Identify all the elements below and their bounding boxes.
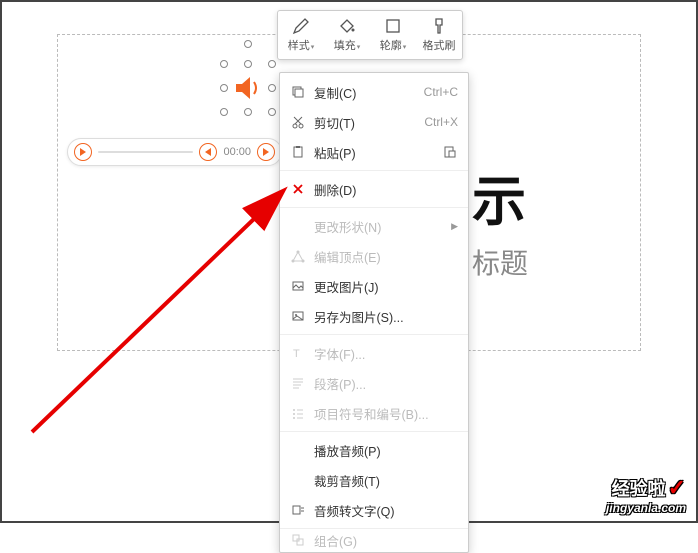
rotate-handle[interactable] xyxy=(244,40,252,48)
font-icon: T xyxy=(290,346,306,360)
menu-label: 更改形状(N) xyxy=(314,217,443,236)
menu-separator xyxy=(280,528,468,529)
play-button[interactable] xyxy=(74,143,92,161)
paste-icon xyxy=(290,145,306,159)
title-fragment: 示 xyxy=(472,157,526,236)
menu-label: 复制(C) xyxy=(314,83,416,102)
format-painter-button[interactable]: 格式刷 xyxy=(416,11,462,59)
resize-handle[interactable] xyxy=(220,60,228,68)
menu-label: 组合(G) xyxy=(314,531,458,550)
brush-icon xyxy=(430,17,448,35)
edit-points-icon xyxy=(290,249,306,263)
cut-icon xyxy=(290,115,306,129)
menu-item-d[interactable]: 删除(D) xyxy=(280,174,468,204)
watermark: 经验啦✓ jingyanla.com xyxy=(606,475,686,515)
menu-item-n: 更改形状(N) ▶ xyxy=(280,211,468,241)
style-button[interactable]: 样式▾ xyxy=(278,11,324,59)
bucket-icon xyxy=(338,17,356,35)
pencil-icon xyxy=(292,17,310,35)
menu-item-t[interactable]: 裁剪音频(T) xyxy=(280,465,468,495)
menu-item-b: 项目符号和编号(B)... xyxy=(280,398,468,428)
resize-handle[interactable] xyxy=(268,60,276,68)
menu-label: 剪切(T) xyxy=(314,113,416,132)
rect-icon xyxy=(384,17,402,35)
menu-item-s[interactable]: 另存为图片(S)... xyxy=(280,301,468,331)
audio-player[interactable]: 00:00 xyxy=(67,138,282,166)
menu-item-q[interactable]: 音频转文字(Q) xyxy=(280,495,468,525)
delete-icon xyxy=(290,182,306,196)
paste-options-icon xyxy=(442,145,458,159)
audio-object[interactable] xyxy=(224,64,272,112)
menu-label: 粘贴(P) xyxy=(314,143,434,162)
context-menu: 复制(C) Ctrl+C 剪切(T) Ctrl+X 粘贴(P) 删除(D) 更改形状(N) ▶… xyxy=(279,72,469,553)
resize-handle[interactable] xyxy=(220,108,228,116)
subtitle-fragment: 标题 xyxy=(472,242,528,282)
resize-handle[interactable] xyxy=(244,60,252,68)
bullets-icon xyxy=(290,406,306,420)
menu-label: 字体(F)... xyxy=(314,344,458,363)
svg-text:T: T xyxy=(293,348,300,360)
menu-separator xyxy=(280,334,468,335)
copy-icon xyxy=(290,85,306,99)
next-button[interactable] xyxy=(257,143,275,161)
outline-button[interactable]: 轮廓▾ xyxy=(370,11,416,59)
menu-item-e: 编辑顶点(E) xyxy=(280,241,468,271)
group-icon xyxy=(290,533,306,547)
menu-item-g: 组合(G) xyxy=(280,532,468,548)
menu-item-f: T 字体(F)... xyxy=(280,338,468,368)
audio-track[interactable] xyxy=(98,151,193,153)
change-image-icon xyxy=(290,279,306,293)
paragraph-icon xyxy=(290,376,306,390)
fill-button[interactable]: 填充▾ xyxy=(324,11,370,59)
speaker-icon xyxy=(232,72,264,104)
resize-handle[interactable] xyxy=(268,108,276,116)
resize-handle[interactable] xyxy=(244,108,252,116)
menu-item-j[interactable]: 更改图片(J) xyxy=(280,271,468,301)
menu-separator xyxy=(280,431,468,432)
submenu-arrow-icon: ▶ xyxy=(451,221,458,232)
menu-item-c[interactable]: 复制(C) Ctrl+C xyxy=(280,77,468,107)
shortcut-label: Ctrl+X xyxy=(424,115,458,129)
audio-text-icon xyxy=(290,503,306,517)
menu-item-p[interactable]: 粘贴(P) xyxy=(280,137,468,167)
menu-label: 播放音频(P) xyxy=(314,441,458,460)
menu-label: 编辑顶点(E) xyxy=(314,247,458,266)
resize-handle[interactable] xyxy=(268,84,276,92)
menu-label: 裁剪音频(T) xyxy=(314,471,458,490)
audio-time: 00:00 xyxy=(223,146,251,158)
resize-handle[interactable] xyxy=(220,84,228,92)
menu-separator xyxy=(280,170,468,171)
format-toolbar: 样式▾ 填充▾ 轮廓▾ 格式刷 xyxy=(277,10,463,60)
menu-separator xyxy=(280,207,468,208)
prev-button[interactable] xyxy=(199,143,217,161)
menu-label: 删除(D) xyxy=(314,180,458,199)
menu-item-p: 段落(P)... xyxy=(280,368,468,398)
menu-item-p[interactable]: 播放音频(P) xyxy=(280,435,468,465)
save-image-icon xyxy=(290,309,306,323)
menu-label: 音频转文字(Q) xyxy=(314,501,458,520)
menu-label: 项目符号和编号(B)... xyxy=(314,404,458,423)
menu-item-t[interactable]: 剪切(T) Ctrl+X xyxy=(280,107,468,137)
menu-label: 段落(P)... xyxy=(314,374,458,393)
shortcut-label: Ctrl+C xyxy=(424,85,458,99)
menu-label: 更改图片(J) xyxy=(314,277,458,296)
menu-label: 另存为图片(S)... xyxy=(314,307,458,326)
